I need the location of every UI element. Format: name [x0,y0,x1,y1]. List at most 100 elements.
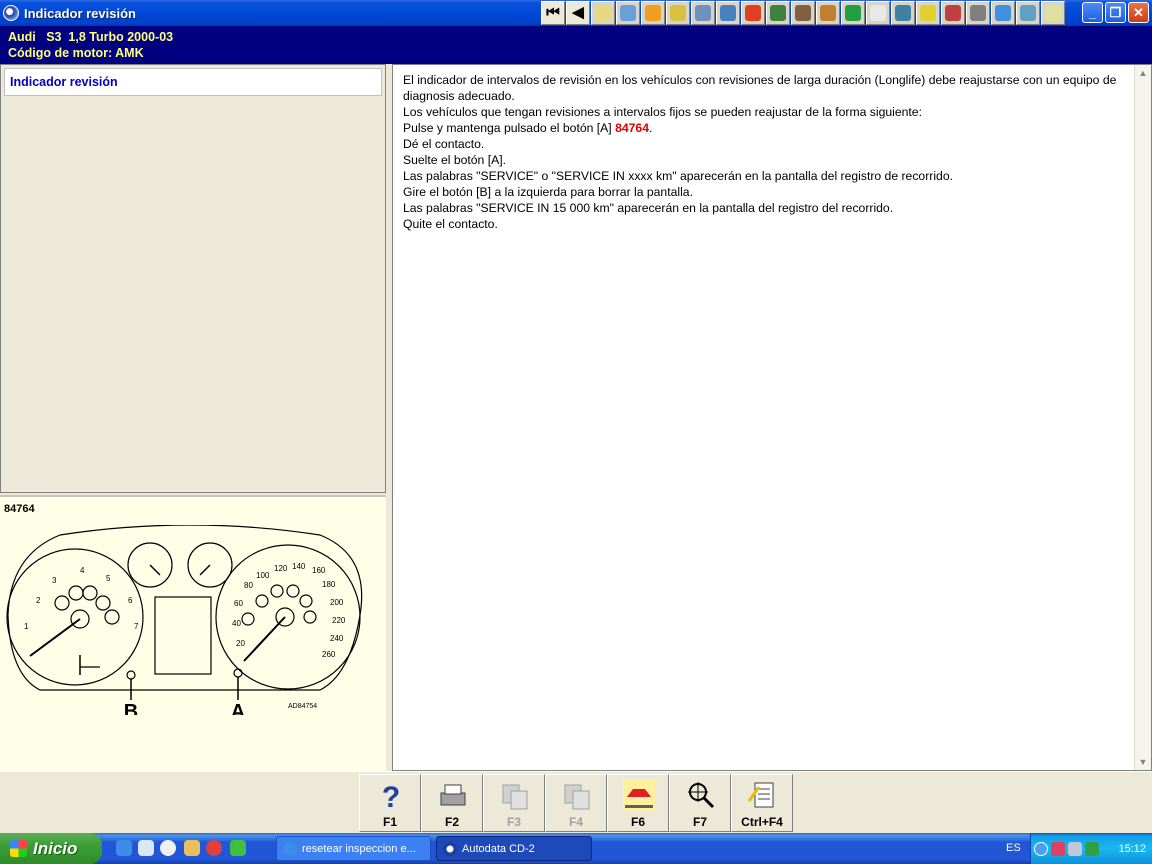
help-question-icon: ? [382,781,400,811]
fkey-label: F3 [506,815,521,829]
printer-icon[interactable] [866,1,890,25]
fkey-f7[interactable]: F7 [669,774,731,832]
media-player-icon[interactable] [160,840,176,856]
fkey-f4[interactable]: F4 [545,774,607,832]
vertical-scrollbar[interactable]: ▲ ▼ [1134,65,1151,770]
tray-meter-icon[interactable] [1085,841,1099,856]
instruction-p2: Los vehículos que tengan revisiones a in… [403,105,922,119]
tacho-tick-label: 5 [106,574,111,583]
tacho-tick-label: 6 [128,596,133,605]
ignition-icon[interactable] [641,1,665,25]
illustration-panel: 84764 1 2 3 4 5 6 7 20 40 60 80 100 120 140 160 180 200 2… [0,495,386,771]
scroll-up-icon[interactable]: ▲ [1135,65,1151,81]
minimize-button[interactable]: _ [1082,2,1103,23]
tacho-tick-label: 7 [134,622,139,631]
illustration-link[interactable]: 84764 [615,121,649,135]
tray-user-icon[interactable] [1068,841,1082,856]
fkey-f2[interactable]: F2 [421,774,483,832]
folder-quicklaunch-icon[interactable] [184,840,200,856]
fkey-label: F1 [382,815,397,829]
wiring-icon[interactable] [816,1,840,25]
fkey-label: Ctrl+F4 [741,815,783,829]
instrument-cluster-diagram[interactable]: 1 2 3 4 5 6 7 20 40 6080100 120 140 160 180 200 220 240 2… [0,525,386,715]
ie-quicklaunch-icon[interactable] [116,840,132,856]
taskbar-item-autodata[interactable]: Autodata CD-2 [436,836,592,861]
taskbar-item-label: Autodata CD-2 [462,842,535,855]
notes-icon[interactable] [1041,1,1065,25]
speedo-tick-label: 80 [244,581,253,590]
tray-network-icon[interactable] [1051,841,1065,856]
svg-text:?: ? [382,781,400,811]
instruction-p3-text: Pulse y mantenga pulsado el botón [A] [403,121,616,135]
speedo-tick-label: 20 [236,639,245,648]
warning-icon[interactable] [591,1,615,25]
show-hidden-icons-icon[interactable] [1034,841,1048,856]
title-bar: Indicador revisión ⏮ ◀ _ ❐ ✕ [0,0,1152,26]
instruction-p5: Suelte el botón [A]. [403,153,506,167]
close-button[interactable]: ✕ [1128,2,1149,23]
timing-icon[interactable] [691,1,715,25]
battery-icon[interactable] [741,1,765,25]
instruction-p4: Dé el contacto. [403,137,485,151]
restore-button[interactable]: ❐ [1105,2,1126,23]
instructions-text: El indicador de intervalos de revisión e… [403,72,1133,232]
printer-icon [440,784,466,806]
fkey-f3[interactable]: F3 [483,774,545,832]
autodata-app-icon[interactable] [3,5,19,21]
start-button[interactable]: Inicio [0,833,102,864]
language-indicator[interactable]: ES [1006,842,1021,854]
fkey-f6[interactable]: F6 [607,774,669,832]
fuel-icon[interactable] [666,1,690,25]
speedo-tick-label: 140 [292,562,306,571]
tacho-tick-label: 4 [80,566,85,575]
taskbar-item-label: resetear inspeccion e... [302,842,416,855]
speedo-tick-label: 100 [256,571,270,580]
desktop-quicklaunch-icon[interactable] [138,840,154,856]
speedo-tick-label: 180 [322,580,336,589]
speedo-tick-label: 60 [234,599,243,608]
window-title: Indicador revisión [24,5,136,21]
speedo-tick-label: 240 [330,634,344,643]
diagram-code: AD84754 [288,703,317,710]
speedo-tick-label: 120 [274,564,288,573]
fkey-ctrl-f4[interactable]: Ctrl+F4 [731,774,793,832]
transmission-icon[interactable] [1016,1,1040,25]
clock: 15:12 [1118,842,1146,855]
content-panel: El indicador de intervalos de revisión e… [392,64,1152,771]
lift-icon[interactable] [791,1,815,25]
tools-icon[interactable] [716,1,740,25]
toolbar: ⏮ ◀ [541,1,1065,25]
illustration-reference: 84764 [4,503,35,515]
fkey-f1[interactable]: ? F1 [359,774,421,832]
scroll-down-icon[interactable]: ▼ [1135,754,1151,770]
help-icon[interactable] [916,1,940,25]
tacho-tick-label: 3 [52,576,57,585]
instruction-p6: Las palabras "SERVICE" o "SERVICE IN xxx… [403,169,953,183]
messenger-icon[interactable] [230,840,246,856]
ac-icon[interactable] [991,1,1015,25]
function-key-bar: ? F1 F2 F3 F4 F6 F7 Ctrl+F4 [0,771,1152,833]
vehicle-model: Audi S3 1,8 Turbo 2000-03 [8,30,174,44]
adjustments-icon[interactable] [891,1,915,25]
instruction-p7: Gire el botón [B] a la izquierda para bo… [403,185,693,199]
antivirus-icon[interactable] [206,840,222,856]
instruction-p3: Pulse y mantenga pulsado el botón [A] 84… [403,120,1133,136]
previous-page-icon[interactable]: ◀ [566,1,590,25]
fkey-label: F6 [630,815,645,829]
first-page-icon[interactable]: ⏮ [541,1,565,25]
brakes-icon[interactable] [941,1,965,25]
service-icon[interactable] [766,1,790,25]
button-b-label: B [124,701,138,715]
taskbar-item-browser[interactable]: resetear inspeccion e... [276,836,431,861]
sidebar-item-indicador-revision[interactable]: Indicador revisión [4,68,382,96]
car-lift-icon [623,779,655,811]
wheel-icon[interactable] [966,1,990,25]
autodata-icon [443,841,457,856]
tacho-tick-label: 2 [36,596,41,605]
speedo-tick-label: 200 [330,598,344,607]
speedo-tick-label: 260 [322,650,336,659]
notes-icon [747,782,774,808]
engine-data-icon[interactable] [616,1,640,25]
diagnostics-icon[interactable] [841,1,865,25]
image-icon [564,784,590,810]
